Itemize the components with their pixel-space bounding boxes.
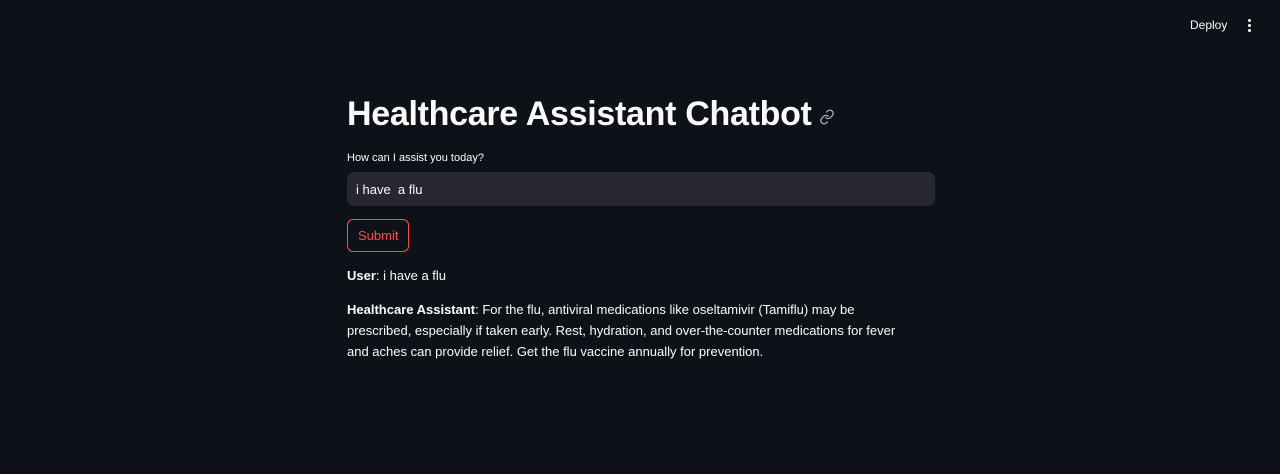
user-speaker-label: User — [347, 268, 376, 283]
deploy-button[interactable]: Deploy — [1184, 16, 1233, 34]
assistant-speaker-label: Healthcare Assistant — [347, 302, 476, 317]
top-bar: Deploy — [0, 0, 1280, 50]
page-title: Healthcare Assistant Chatbot — [347, 94, 812, 133]
main-content: Healthcare Assistant Chatbot How can I a… — [347, 90, 935, 362]
vertical-ellipsis-icon[interactable] — [1241, 16, 1257, 34]
menu-dot — [1247, 18, 1251, 22]
menu-dot — [1247, 23, 1251, 27]
user-message: User: i have a flu — [347, 265, 935, 286]
title-row: Healthcare Assistant Chatbot — [347, 90, 935, 138]
menu-dot — [1247, 28, 1251, 32]
assistant-message: Healthcare Assistant: For the flu, antiv… — [347, 299, 907, 362]
link-icon[interactable] — [819, 109, 835, 125]
submit-button[interactable]: Submit — [347, 219, 410, 252]
input-label: How can I assist you today? — [347, 152, 484, 164]
user-message-text: : i have a flu — [375, 268, 447, 283]
query-input[interactable] — [347, 172, 935, 206]
